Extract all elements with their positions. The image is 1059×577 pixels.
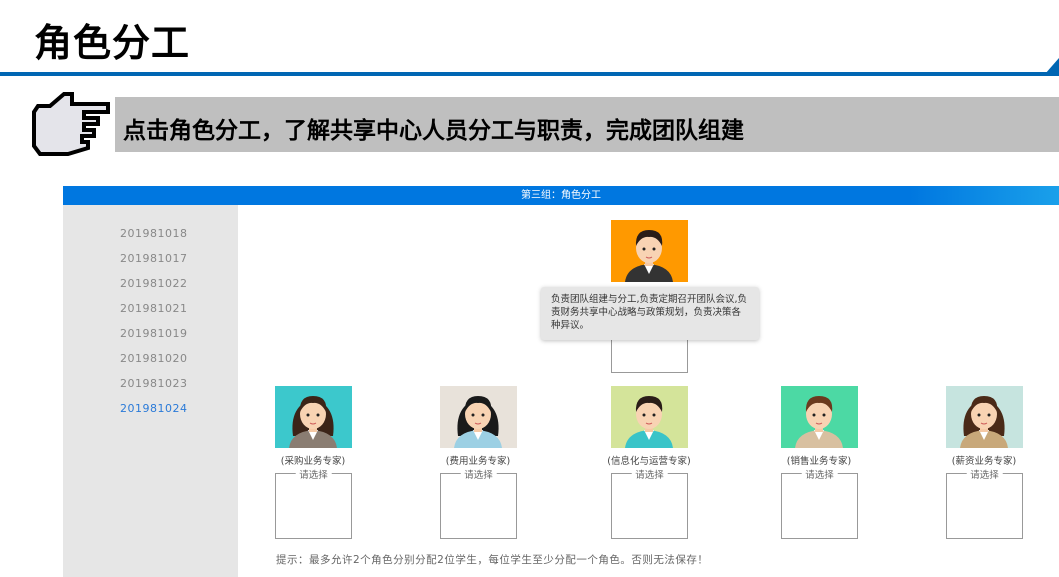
role-avatar[interactable] (946, 386, 1023, 448)
select-placeholder: 请选择 (801, 467, 838, 481)
student-item[interactable]: 201981018 (120, 227, 188, 240)
person-illustration (440, 386, 517, 448)
role-avatar[interactable] (440, 386, 517, 448)
role-select-box[interactable]: 请选择 (275, 467, 352, 539)
title-divider (0, 72, 1059, 76)
person-illustration (946, 386, 1023, 448)
leader-avatar[interactable] (611, 220, 688, 282)
instruction-banner: 点击角色分工，了解共享中心人员分工与职责，完成团队组建 (115, 97, 1059, 152)
person-illustration (781, 386, 858, 448)
student-item[interactable]: 201981021 (120, 302, 188, 315)
role-panel: 第三组：角色分工 201981018 201981017 201981022 2019… (63, 186, 1059, 577)
student-item[interactable]: 201981017 (120, 252, 188, 265)
role-avatar[interactable] (275, 386, 352, 448)
role-select-box[interactable]: 请选择 (946, 467, 1023, 539)
role-label: (薪资业务专家) (951, 456, 1017, 467)
select-placeholder: 请选择 (966, 467, 1003, 481)
role-select-box[interactable]: 请选择 (440, 467, 517, 539)
pointing-hand-icon (32, 92, 110, 156)
select-placeholder: 请选择 (295, 467, 332, 481)
person-illustration (611, 386, 688, 448)
role-avatar[interactable] (781, 386, 858, 448)
role-label: (费用业务专家) (445, 456, 511, 467)
student-item[interactable]: 201981019 (120, 327, 188, 340)
person-illustration (611, 220, 688, 282)
role-label: (采购业务专家) (280, 456, 346, 467)
role-avatar[interactable] (611, 386, 688, 448)
role-select-box[interactable]: 请选择 (611, 467, 688, 539)
role-select-box[interactable]: 请选择 (781, 467, 858, 539)
panel-header: 第三组：角色分工 (63, 186, 1059, 205)
student-item[interactable]: 201981023 (120, 377, 188, 390)
leader-tooltip: 负责团队组建与分工,负责定期召开团队会议,负责财务共享中心战略与政策规划，负责决… (541, 287, 759, 340)
student-item[interactable]: 201981024 (120, 402, 188, 415)
page-title: 角色分工 (34, 21, 191, 65)
student-sidebar: 201981018 201981017 201981022 201981021 2019… (63, 205, 238, 577)
hint-text: 提示：最多允许2个角色分别分配2位学生，每位学生至少分配一个角色。否则无法保存！ (276, 554, 709, 566)
select-placeholder: 请选择 (460, 467, 497, 481)
student-item[interactable]: 201981020 (120, 352, 188, 365)
select-placeholder: 请选择 (631, 467, 668, 481)
student-item[interactable]: 201981022 (120, 277, 188, 290)
role-label: (销售业务专家) (786, 456, 852, 467)
role-label: (信息化与运营专家) (607, 456, 691, 467)
person-illustration (275, 386, 352, 448)
